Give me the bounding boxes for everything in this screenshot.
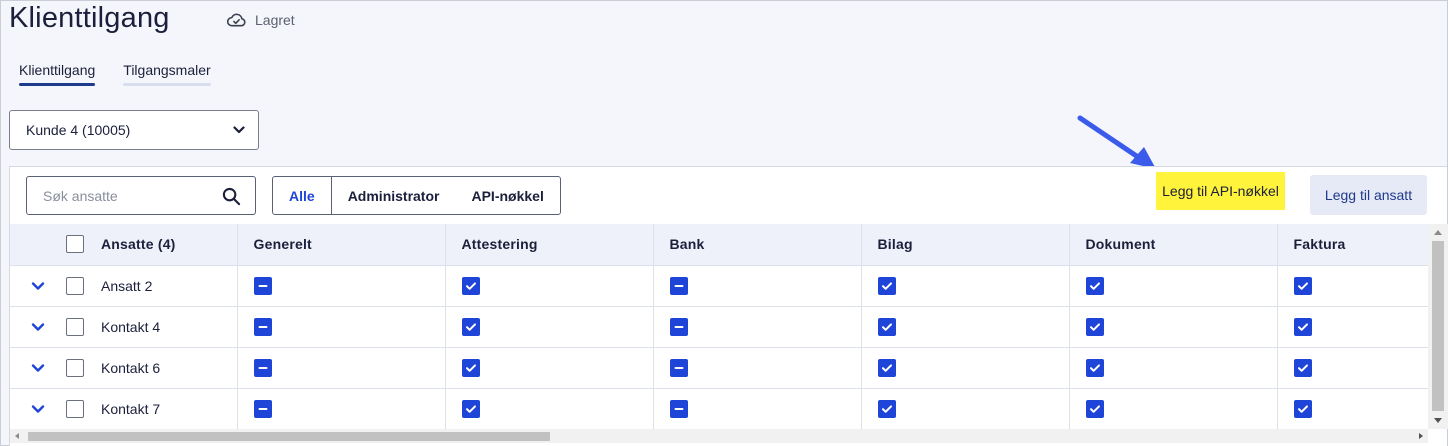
checkbox-indeterminate-icon[interactable]	[669, 358, 688, 377]
add-employee-button[interactable]: Legg til ansatt	[1310, 175, 1427, 215]
checkbox-checked-icon[interactable]	[877, 358, 896, 377]
checkbox-checked-icon[interactable]	[1085, 276, 1104, 295]
checkbox-indeterminate-icon[interactable]	[253, 276, 272, 295]
search-input[interactable]	[43, 187, 203, 204]
save-status: Lagret	[226, 12, 295, 28]
checkbox-checked-icon[interactable]	[461, 276, 480, 295]
filter-api-key[interactable]: API-nøkkel	[455, 177, 559, 214]
column-header-employees: Ansatte (4)	[101, 236, 176, 253]
column-header-generelt: Generelt	[236, 224, 445, 266]
table-row: Kontakt 6	[10, 347, 1428, 389]
checkbox-checked-icon[interactable]	[877, 317, 896, 336]
checkbox-checked-icon[interactable]	[461, 399, 480, 418]
vertical-scroll-thumb[interactable]	[1432, 241, 1444, 411]
row-select-checkbox[interactable]	[66, 358, 84, 377]
column-header-attestering: Attestering	[444, 224, 653, 266]
checkbox-indeterminate-icon[interactable]	[253, 317, 272, 336]
checkbox-checked-icon[interactable]	[1085, 399, 1104, 418]
add-api-key-button[interactable]: Legg til API-nøkkel	[1156, 172, 1285, 210]
checkbox-checked-icon[interactable]	[1085, 317, 1104, 336]
checkbox-checked-icon[interactable]	[877, 276, 896, 295]
filter-administrator[interactable]: Administrator	[332, 177, 456, 214]
save-status-label: Lagret	[255, 12, 295, 28]
search-icon[interactable]	[222, 187, 241, 206]
row-expand-button[interactable]	[10, 322, 66, 332]
checkbox-checked-icon[interactable]	[461, 317, 480, 336]
chevron-down-icon	[31, 322, 45, 331]
scroll-down-icon[interactable]	[1434, 418, 1442, 423]
scroll-left-icon[interactable]	[15, 433, 19, 439]
row-expand-button[interactable]	[10, 281, 66, 291]
column-header-bank: Bank	[652, 224, 861, 266]
row-select-checkbox[interactable]	[66, 276, 84, 295]
table-header-row: Ansatte (4) Generelt Attestering Bank Bi…	[10, 224, 1428, 266]
chevron-down-icon	[31, 404, 45, 413]
client-select[interactable]: Kunde 4 (10005)	[9, 110, 259, 150]
employee-name: Ansatt 2	[101, 277, 153, 294]
search-box	[26, 176, 256, 215]
employee-name: Kontakt 7	[101, 400, 161, 417]
chevron-down-icon	[31, 281, 45, 290]
column-header-dokument: Dokument	[1068, 224, 1277, 266]
horizontal-scrollbar[interactable]	[10, 429, 1428, 443]
row-select-checkbox[interactable]	[66, 317, 84, 336]
checkbox-checked-icon[interactable]	[461, 358, 480, 377]
client-select-value: Kunde 4 (10005)	[26, 122, 131, 138]
page-title: Klienttilgang	[9, 2, 170, 34]
checkbox-indeterminate-icon[interactable]	[253, 399, 272, 418]
checkbox-indeterminate-icon[interactable]	[253, 358, 272, 377]
row-expand-button[interactable]	[10, 363, 66, 373]
chevron-down-icon	[233, 126, 245, 134]
table-row: Kontakt 4	[10, 306, 1428, 348]
table-row: Kontakt 7	[10, 388, 1428, 430]
checkbox-indeterminate-icon[interactable]	[669, 317, 688, 336]
employee-access-panel: Alle Administrator API-nøkkel Legg til A…	[9, 166, 1448, 446]
employee-name: Kontakt 6	[101, 359, 161, 376]
row-expand-button[interactable]	[10, 404, 66, 414]
scroll-up-icon[interactable]	[1434, 230, 1442, 235]
checkbox-checked-icon[interactable]	[1293, 317, 1312, 336]
column-header-bilag: Bilag	[860, 224, 1069, 266]
chevron-down-icon	[31, 363, 45, 372]
tab-bar: Klienttilgang Tilgangsmaler	[19, 62, 212, 86]
checkbox-checked-icon[interactable]	[877, 399, 896, 418]
checkbox-checked-icon[interactable]	[1293, 276, 1312, 295]
table-row: Ansatt 2	[10, 265, 1428, 307]
access-table: Ansatte (4) Generelt Attestering Bank Bi…	[10, 224, 1428, 430]
scroll-right-icon[interactable]	[1419, 433, 1423, 439]
cloud-check-icon	[226, 13, 246, 27]
tab-tilgangsmaler[interactable]: Tilgangsmaler	[123, 62, 212, 86]
checkbox-checked-icon[interactable]	[1085, 358, 1104, 377]
checkbox-indeterminate-icon[interactable]	[669, 276, 688, 295]
vertical-scrollbar[interactable]	[1428, 224, 1448, 429]
employee-name: Kontakt 4	[101, 318, 161, 335]
horizontal-scroll-thumb[interactable]	[28, 432, 550, 441]
column-header-faktura: Faktura	[1276, 224, 1428, 266]
select-all-checkbox[interactable]	[66, 235, 84, 254]
role-filter: Alle Administrator API-nøkkel	[272, 176, 561, 215]
checkbox-indeterminate-icon[interactable]	[669, 399, 688, 418]
row-select-checkbox[interactable]	[66, 399, 84, 418]
checkbox-checked-icon[interactable]	[1293, 399, 1312, 418]
annotation-arrow-icon	[1077, 115, 1156, 169]
checkbox-checked-icon[interactable]	[1293, 358, 1312, 377]
filter-alle[interactable]: Alle	[273, 177, 332, 214]
tab-klienttilgang[interactable]: Klienttilgang	[19, 62, 96, 86]
